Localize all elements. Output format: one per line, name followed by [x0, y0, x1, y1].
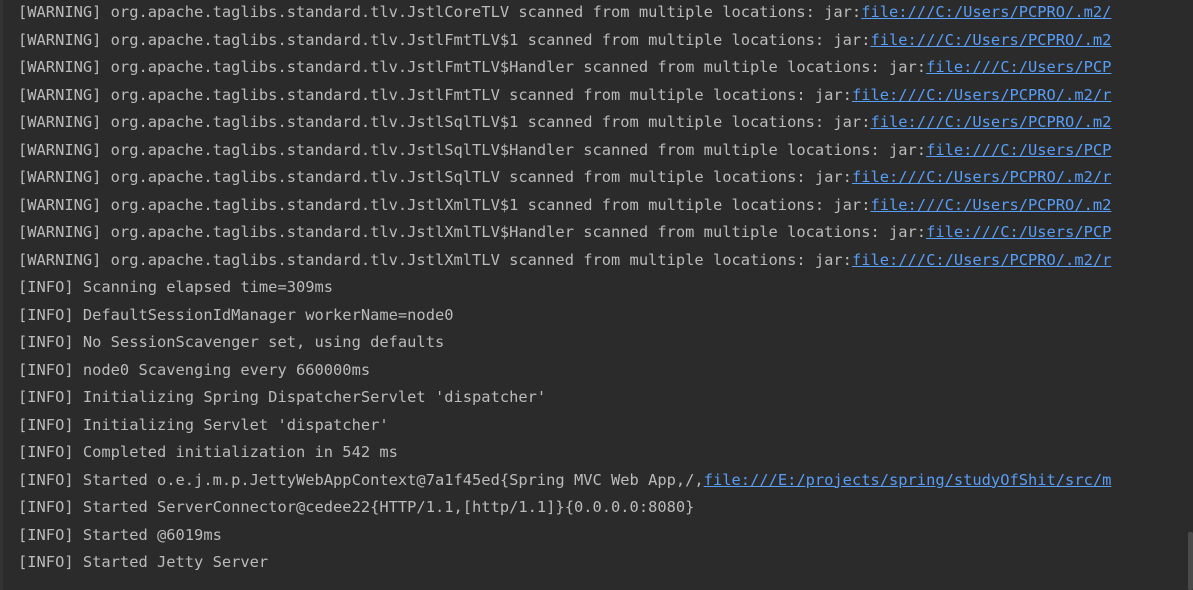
file-link[interactable]: file:///C:/Users/PCP: [926, 141, 1111, 159]
log-line: [INFO] Completed initialization in 542 m…: [18, 440, 1193, 468]
file-link[interactable]: file:///C:/Users/PCP: [926, 223, 1111, 241]
file-link[interactable]: file:///C:/Users/PCP: [926, 58, 1111, 76]
vertical-scrollbar-thumb[interactable]: [1188, 532, 1193, 590]
log-text: [WARNING] org.apache.taglibs.standard.tl…: [18, 250, 852, 269]
log-line: [WARNING] org.apache.taglibs.standard.tl…: [18, 248, 1193, 276]
log-text: [INFO] Started ServerConnector@cedee22{H…: [18, 498, 695, 516]
log-text: [INFO] Completed initialization in 542 m…: [18, 443, 398, 461]
log-text: [WARNING] org.apache.taglibs.standard.tl…: [18, 223, 927, 241]
log-text: [INFO] Initializing Spring DispatcherSer…: [18, 388, 547, 406]
log-line: [INFO] Initializing Servlet 'dispatcher': [18, 413, 1193, 441]
log-line: [INFO] Started @6019ms: [18, 523, 1193, 551]
log-text: [INFO] Started @6019ms: [18, 525, 222, 544]
console-gutter: [0, 0, 3, 590]
log-line: [WARNING] org.apache.taglibs.standard.tl…: [18, 193, 1193, 221]
log-line: [INFO] node0 Scavenging every 660000ms: [18, 358, 1193, 386]
log-line: [INFO] Initializing Spring DispatcherSer…: [18, 385, 1193, 413]
file-link[interactable]: file:///E:/projects/spring/studyOfShit/s…: [704, 471, 1112, 489]
log-line: [WARNING] org.apache.taglibs.standard.tl…: [18, 55, 1193, 83]
log-text: [INFO] node0 Scavenging every 660000ms: [18, 360, 371, 379]
file-link[interactable]: file:///C:/Users/PCPRO/.m2/r: [852, 86, 1111, 104]
log-text: [WARNING] org.apache.taglibs.standard.tl…: [18, 195, 871, 214]
log-text: [WARNING] org.apache.taglibs.standard.tl…: [18, 30, 871, 49]
log-text: [WARNING] org.apache.taglibs.standard.tl…: [18, 3, 862, 21]
log-text: [INFO] DefaultSessionIdManager workerNam…: [18, 305, 454, 324]
log-text: [INFO] Started o.e.j.m.p.JettyWebAppCont…: [18, 470, 704, 489]
file-link[interactable]: file:///C:/Users/PCPRO/.m2/r: [852, 251, 1111, 269]
log-line: [INFO] Started Jetty Server: [18, 550, 1193, 578]
log-line: [WARNING] org.apache.taglibs.standard.tl…: [18, 28, 1193, 56]
file-link[interactable]: file:///C:/Users/PCPRO/.m2/r: [852, 168, 1111, 186]
log-line: [INFO] DefaultSessionIdManager workerNam…: [18, 303, 1193, 331]
log-text: [WARNING] org.apache.taglibs.standard.tl…: [18, 58, 927, 76]
log-line: [INFO] Scanning elapsed time=309ms: [18, 275, 1193, 303]
file-link[interactable]: file:///C:/Users/PCPRO/.m2: [870, 113, 1111, 131]
console-output: [WARNING] org.apache.taglibs.standard.tl…: [0, 0, 1193, 590]
log-line: [WARNING] org.apache.taglibs.standard.tl…: [18, 0, 1193, 28]
log-text: [WARNING] org.apache.taglibs.standard.tl…: [18, 113, 871, 131]
log-text: [WARNING] org.apache.taglibs.standard.tl…: [18, 85, 852, 104]
log-text: [INFO] No SessionScavenger set, using de…: [18, 333, 445, 351]
log-line: [INFO] Started o.e.j.m.p.JettyWebAppCont…: [18, 468, 1193, 496]
log-line: [WARNING] org.apache.taglibs.standard.tl…: [18, 165, 1193, 193]
file-link[interactable]: file:///C:/Users/PCPRO/.m2/: [861, 3, 1111, 21]
file-link[interactable]: file:///C:/Users/PCPRO/.m2: [870, 31, 1111, 49]
log-line: [WARNING] org.apache.taglibs.standard.tl…: [18, 138, 1193, 166]
file-link[interactable]: file:///C:/Users/PCPRO/.m2: [870, 196, 1111, 214]
log-text: [INFO] Initializing Servlet 'dispatcher': [18, 415, 389, 434]
log-line: [INFO] No SessionScavenger set, using de…: [18, 330, 1193, 358]
log-text: [WARNING] org.apache.taglibs.standard.tl…: [18, 140, 927, 159]
log-line: [WARNING] org.apache.taglibs.standard.tl…: [18, 83, 1193, 111]
log-line: [WARNING] org.apache.taglibs.standard.tl…: [18, 220, 1193, 248]
log-text: [INFO] Scanning elapsed time=309ms: [18, 278, 334, 296]
console-lines: [WARNING] org.apache.taglibs.standard.tl…: [18, 0, 1193, 578]
log-line: [WARNING] org.apache.taglibs.standard.tl…: [18, 110, 1193, 138]
log-text: [WARNING] org.apache.taglibs.standard.tl…: [18, 168, 852, 186]
log-text: [INFO] Started Jetty Server: [18, 553, 269, 571]
log-line: [INFO] Started ServerConnector@cedee22{H…: [18, 495, 1193, 523]
